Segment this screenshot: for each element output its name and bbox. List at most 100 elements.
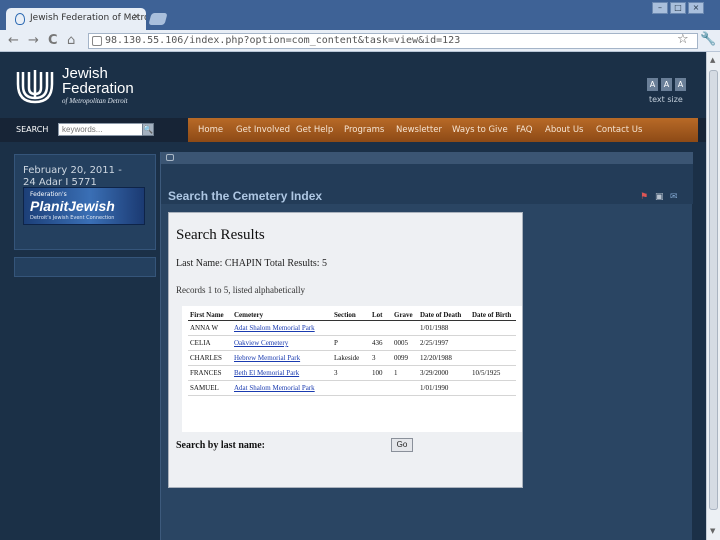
planitjewish-banner[interactable]: Federation's PlanitJewish Detroit's Jewi… xyxy=(23,187,145,225)
results-summary: Last Name: CHAPIN Total Results: 5 xyxy=(176,258,328,269)
cemetery-link[interactable]: Beth El Memorial Park xyxy=(232,365,332,381)
scroll-up-icon[interactable]: ▲ xyxy=(710,56,715,64)
menu-get-involved[interactable]: Get Involved xyxy=(236,125,290,135)
address-bar[interactable]: 98.130.55.106/index.php?option=com_conte… xyxy=(88,33,698,49)
results-records-note: Records 1 to 5, listed alphabetically xyxy=(176,285,305,295)
cell-date-of-birth xyxy=(470,380,516,396)
search-label: SEARCH xyxy=(16,125,49,134)
logo-tagline: of Metropolitan Detroit xyxy=(62,97,128,105)
results-title: Search Results xyxy=(176,227,265,243)
menorah-logo-icon xyxy=(16,70,54,104)
main-menu: Home Get Involved Get Help Programs News… xyxy=(188,118,698,142)
cell-grave xyxy=(392,320,418,336)
col-lot: Lot xyxy=(370,310,392,321)
tab-title: Jewish Federation of Metro... xyxy=(30,13,146,23)
results-box: Search Results Last Name: CHAPIN Total R… xyxy=(168,212,523,488)
cell-section: P xyxy=(332,335,370,351)
browser-toolbar: ← → C ⌂ 98.130.55.106/index.php?option=c… xyxy=(0,30,720,52)
col-date-of-death: Date of Death xyxy=(418,310,470,321)
cell-date-of-death: 3/29/2000 xyxy=(418,365,470,381)
url-text: 98.130.55.106/index.php?option=com_conte… xyxy=(105,35,461,46)
site-header: Jewish Federation of Metropolitan Detroi… xyxy=(0,52,706,118)
cell-lot xyxy=(370,380,392,396)
text-size-small-button[interactable]: A xyxy=(647,78,658,91)
cell-date-of-birth xyxy=(470,350,516,366)
back-icon[interactable]: ← xyxy=(8,33,19,49)
cell-date-of-death: 1/01/1990 xyxy=(418,380,470,396)
menu-home[interactable]: Home xyxy=(198,125,223,135)
cell-lot: 100 xyxy=(370,365,392,381)
new-tab-button[interactable] xyxy=(148,13,168,25)
pdf-icon[interactable]: ⚑ xyxy=(640,192,648,202)
table-row: FRANCES Beth El Memorial Park 3 100 1 3/… xyxy=(188,365,516,381)
cell-date-of-birth xyxy=(470,320,516,336)
panel-icon xyxy=(166,154,174,161)
results-table-wrap: First Name Cemetery Section Lot Grave Da… xyxy=(182,306,522,432)
cell-grave: 0099 xyxy=(392,350,418,366)
reload-icon[interactable]: C xyxy=(48,33,58,49)
cemetery-link[interactable]: Oakview Cemetery xyxy=(232,335,332,351)
vertical-scrollbar[interactable]: ▲ ▼ xyxy=(706,52,720,540)
cell-first-name: CELIA xyxy=(188,335,232,351)
col-grave: Grave xyxy=(392,310,418,321)
page-viewport: Jewish Federation of Metropolitan Detroi… xyxy=(0,52,706,540)
text-size-large-button[interactable]: A xyxy=(675,78,686,91)
home-icon[interactable]: ⌂ xyxy=(67,33,75,49)
last-name-input[interactable] xyxy=(277,437,385,452)
wrench-icon[interactable]: 🔧 xyxy=(700,32,716,47)
menu-ways-to-give[interactable]: Ways to Give xyxy=(452,125,508,135)
col-section: Section xyxy=(332,310,370,321)
go-button[interactable]: Go xyxy=(391,438,413,452)
browser-tab[interactable]: Jewish Federation of Metro... × xyxy=(6,8,146,30)
table-row: ANNA W Adat Shalom Memorial Park 1/01/19… xyxy=(188,320,516,336)
table-header-row: First Name Cemetery Section Lot Grave Da… xyxy=(188,310,516,321)
cell-first-name: FRANCES xyxy=(188,365,232,381)
restore-button[interactable]: □ xyxy=(670,2,686,14)
cell-lot: 3 xyxy=(370,350,392,366)
cell-date-of-death: 12/20/1988 xyxy=(418,350,470,366)
site-search-input[interactable] xyxy=(58,123,144,136)
forward-icon[interactable]: → xyxy=(28,33,39,49)
page-title: Search the Cemetery Index xyxy=(168,189,323,203)
cell-grave: 0005 xyxy=(392,335,418,351)
menu-faq[interactable]: FAQ xyxy=(516,125,532,135)
date-gregorian: February 20, 2011 - xyxy=(23,165,122,176)
cell-section: Lakeside xyxy=(332,350,370,366)
cell-section: 3 xyxy=(332,365,370,381)
bookmark-star-icon[interactable]: ☆ xyxy=(677,32,689,47)
cemetery-link[interactable]: Hebrew Memorial Park xyxy=(232,350,332,366)
cell-date-of-birth: 10/5/1925 xyxy=(470,365,516,381)
scroll-down-icon[interactable]: ▼ xyxy=(710,527,715,535)
cell-first-name: ANNA W xyxy=(188,320,232,336)
text-size-medium-button[interactable]: A xyxy=(661,78,672,91)
cell-date-of-death: 1/01/1988 xyxy=(418,320,470,336)
cell-grave xyxy=(392,380,418,396)
search-icon[interactable]: 🔍 xyxy=(142,123,154,136)
col-cemetery: Cemetery xyxy=(232,310,332,321)
logo-text-federation: Federation xyxy=(62,80,134,97)
cell-first-name: CHARLES xyxy=(188,350,232,366)
menu-about-us[interactable]: About Us xyxy=(545,125,583,135)
menu-contact-us[interactable]: Contact Us xyxy=(596,125,642,135)
favicon-icon xyxy=(15,13,25,25)
page-icon xyxy=(92,36,102,46)
cell-first-name: SAMUEL xyxy=(188,380,232,396)
cell-date-of-birth xyxy=(470,335,516,351)
menu-newsletter[interactable]: Newsletter xyxy=(396,125,442,135)
cell-lot xyxy=(370,320,392,336)
text-size-label: text size xyxy=(649,95,683,104)
menu-programs[interactable]: Programs xyxy=(344,125,384,135)
menu-get-help[interactable]: Get Help xyxy=(296,125,333,135)
cemetery-link[interactable]: Adat Shalom Memorial Park xyxy=(232,380,332,396)
close-window-button[interactable]: × xyxy=(688,2,704,14)
email-icon[interactable]: ✉ xyxy=(670,192,678,202)
tab-close-icon[interactable]: × xyxy=(132,12,140,22)
print-icon[interactable]: ▣ xyxy=(655,192,664,202)
content-top-bar xyxy=(161,152,693,164)
table-row: CHARLES Hebrew Memorial Park Lakeside 3 … xyxy=(188,350,516,366)
minimize-button[interactable]: – xyxy=(652,2,668,14)
banner-sub-text: Detroit's Jewish Event Connection xyxy=(30,215,115,221)
cemetery-link[interactable]: Adat Shalom Memorial Park xyxy=(232,320,332,336)
scroll-thumb[interactable] xyxy=(709,70,718,510)
cell-date-of-death: 2/25/1997 xyxy=(418,335,470,351)
